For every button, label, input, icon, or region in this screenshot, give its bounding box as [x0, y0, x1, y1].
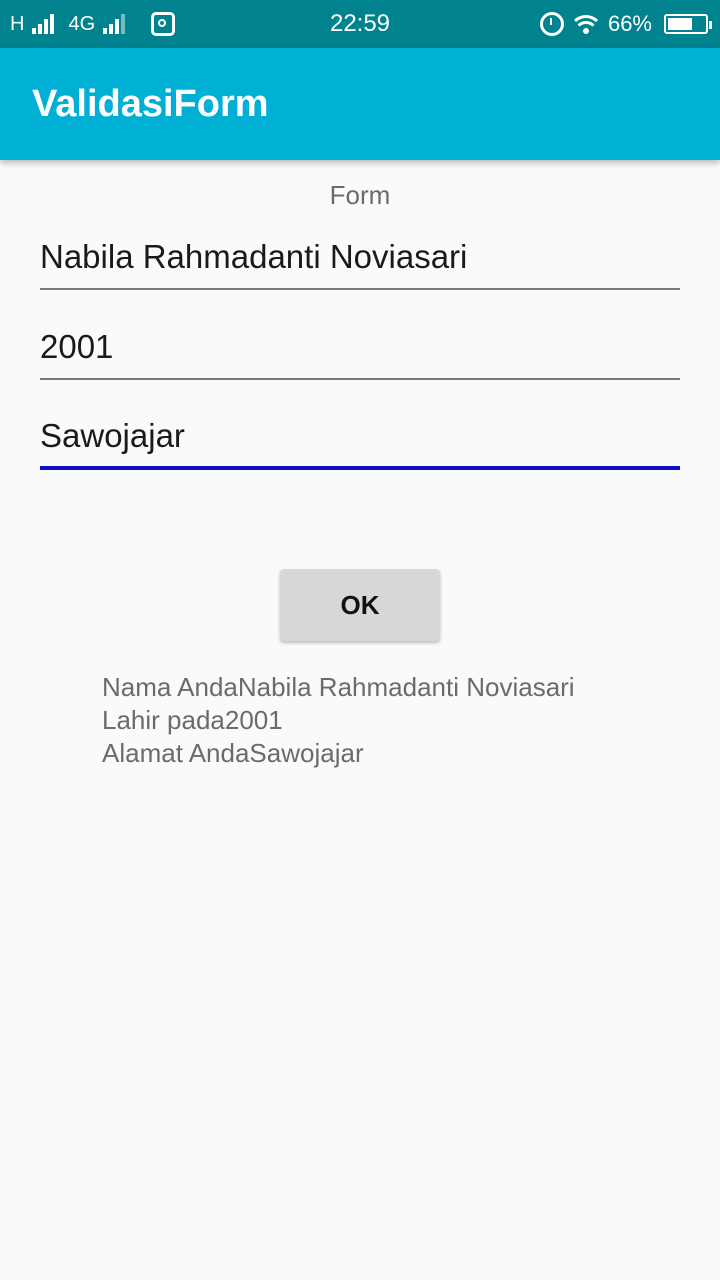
app-bar: ValidasiForm	[0, 48, 720, 160]
address-field[interactable]	[40, 406, 680, 470]
signal-icon-2	[103, 14, 126, 34]
wifi-icon	[571, 13, 600, 35]
network-type-h: H	[10, 12, 25, 35]
result-birth-line: Lahir pada2001	[102, 705, 283, 735]
result-name-line: Nama AndaNabila Rahmadanti Noviasari	[102, 672, 575, 702]
alarm-icon	[539, 12, 564, 36]
result-address-line: Alamat AndaSawojajar	[102, 738, 364, 768]
network-type-4g: 4G	[68, 12, 96, 35]
battery-icon	[664, 14, 712, 34]
ok-button[interactable]: OK	[280, 569, 440, 641]
status-bar: H 4G 22:59 66%	[0, 0, 720, 48]
name-field[interactable]	[40, 226, 680, 290]
instagram-icon	[151, 12, 176, 36]
form-label: Form	[329, 180, 391, 210]
status-left: H 4G	[10, 12, 176, 36]
signal-icon	[32, 14, 55, 34]
status-right: 66%	[539, 11, 712, 37]
birth-year-field[interactable]	[40, 316, 680, 380]
battery-percent: 66%	[607, 11, 652, 36]
result-text: Nama AndaNabila Rahmadanti Noviasari Lah…	[102, 671, 575, 770]
app-title: ValidasiForm	[32, 82, 269, 125]
